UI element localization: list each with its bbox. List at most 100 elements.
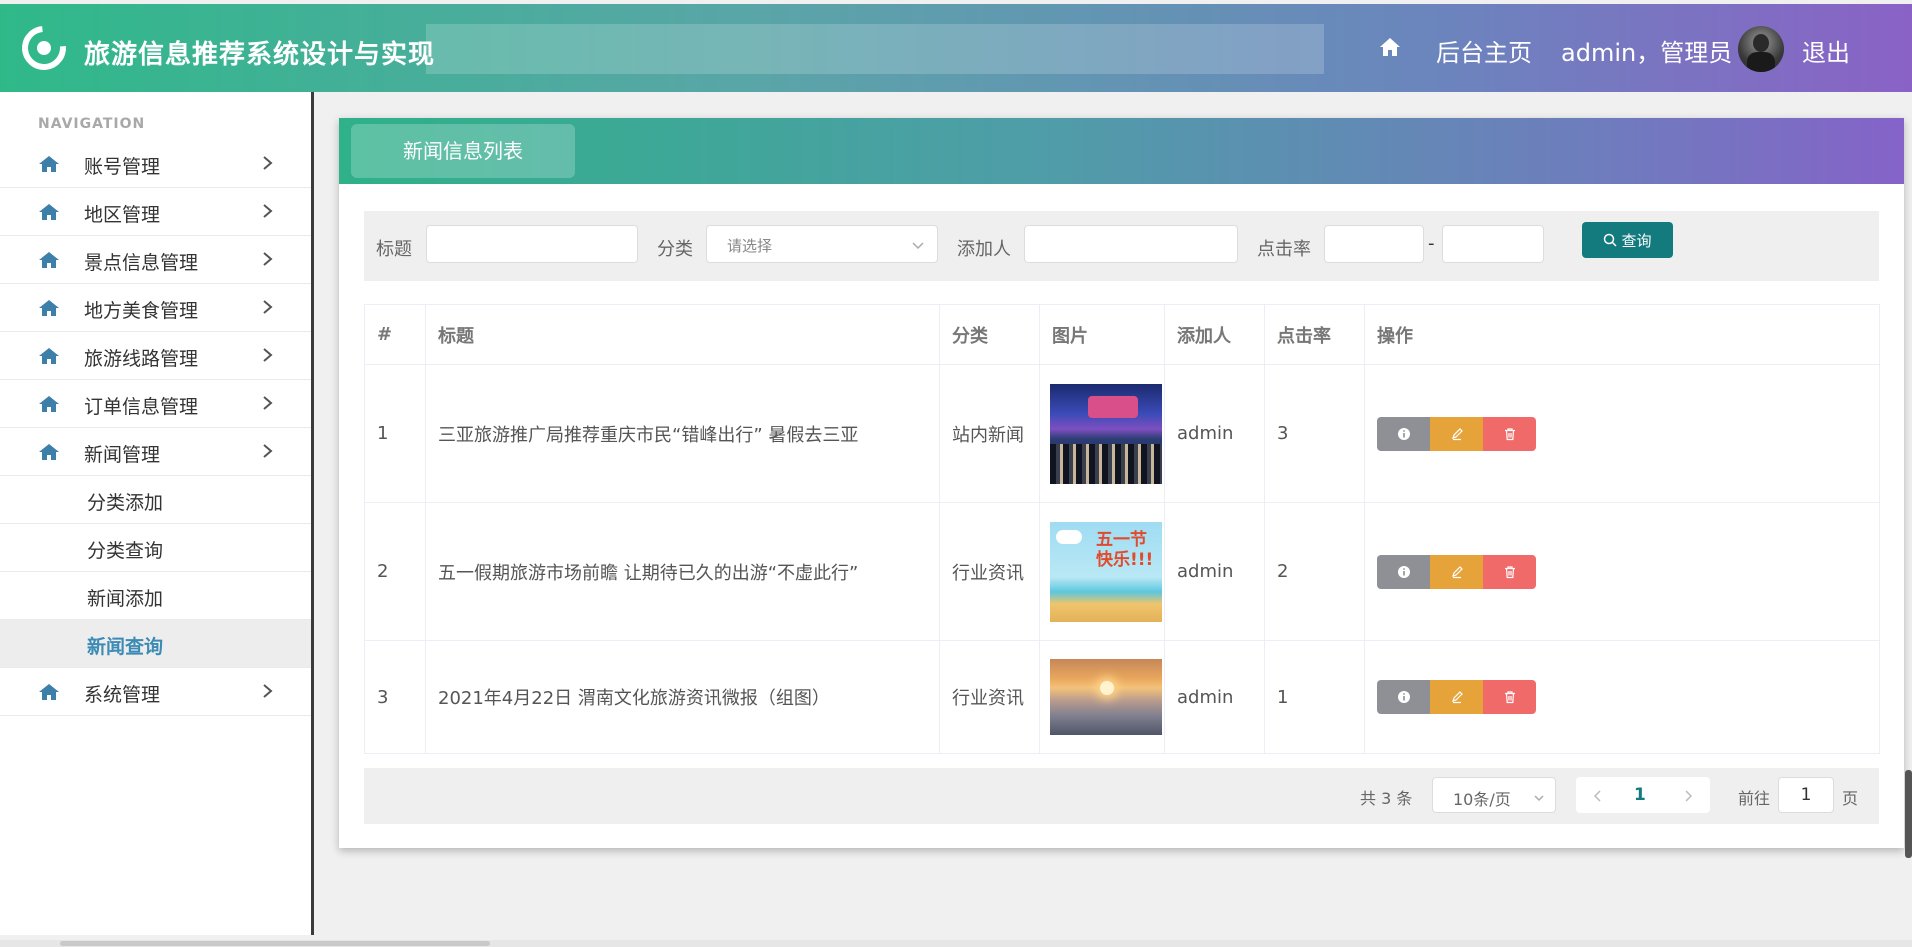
sidebar-subitem-category-add[interactable]: 分类添加 — [0, 476, 311, 524]
sidebar-item-routes[interactable]: 旅游线路管理 — [0, 332, 311, 380]
sidebar-item-attractions[interactable]: 景点信息管理 — [0, 236, 311, 284]
row-adder: admin — [1164, 640, 1265, 754]
column-header-adder: 添加人 — [1164, 304, 1265, 365]
chevron-right-icon — [1685, 790, 1693, 802]
edit-button[interactable] — [1430, 680, 1483, 714]
sidebar-subitem-label: 分类添加 — [87, 492, 164, 514]
category-filter-label: 分类 — [657, 239, 693, 260]
tab-news-list[interactable]: 新闻信息列表 — [351, 124, 575, 178]
avatar[interactable] — [1738, 26, 1784, 72]
horizontal-scrollbar[interactable] — [0, 940, 1912, 947]
current-page[interactable]: 1 — [1634, 785, 1646, 805]
row-index: 3 — [364, 640, 426, 754]
delete-button[interactable] — [1483, 416, 1536, 451]
clicks-max-input[interactable] — [1442, 225, 1544, 263]
view-detail-button[interactable] — [1377, 416, 1430, 451]
sidebar-item-label: 旅游线路管理 — [84, 348, 199, 370]
sidebar-item-orders[interactable]: 订单信息管理 — [0, 380, 311, 428]
news-thumbnail[interactable] — [1050, 383, 1162, 484]
header-search-bar[interactable] — [426, 24, 1324, 74]
title-filter-input[interactable] — [426, 225, 638, 263]
chevron-right-icon — [262, 248, 274, 270]
page-size-select[interactable]: 10条/页 — [1432, 777, 1556, 813]
row-image-cell — [1039, 502, 1165, 641]
row-adder: admin — [1164, 502, 1265, 641]
horizontal-scrollbar-thumb[interactable] — [60, 941, 490, 946]
view-detail-button[interactable] — [1377, 680, 1430, 714]
info-icon — [1397, 565, 1410, 578]
chevron-right-icon — [262, 296, 274, 318]
vertical-scrollbar[interactable] — [1905, 770, 1912, 858]
home-icon — [38, 395, 60, 413]
home-icon — [38, 155, 60, 173]
sidebar-item-system[interactable]: 系统管理 — [0, 668, 311, 716]
view-detail-button[interactable] — [1377, 554, 1430, 589]
column-header-image: 图片 — [1039, 304, 1165, 365]
chevron-right-icon — [262, 440, 274, 462]
row-title: 五一假期旅游市场前瞻 让期待已久的出游“不虚此行” — [425, 502, 940, 641]
row-clicks: 1 — [1264, 640, 1365, 754]
home-icon — [38, 251, 60, 269]
prev-page-button[interactable] — [1592, 788, 1602, 802]
search-button[interactable]: 查询 — [1582, 222, 1673, 258]
row-clicks: 2 — [1264, 502, 1365, 641]
row-clicks: 3 — [1264, 364, 1365, 503]
logo-icon — [13, 17, 75, 79]
adder-filter-input[interactable] — [1024, 225, 1238, 263]
home-icon — [38, 203, 60, 221]
page-size-value: 10条/页 — [1453, 790, 1511, 809]
next-page-button[interactable] — [1684, 788, 1694, 802]
news-list-card: 新闻信息列表 标题 分类 请选择 添加人 点击率 - 查询 # 标题 分类 图片… — [339, 118, 1904, 848]
sidebar-subitem-label: 新闻查询 — [87, 636, 164, 658]
logout-link[interactable]: 退出 — [1802, 33, 1850, 68]
sidebar-item-region[interactable]: 地区管理 — [0, 188, 311, 236]
table-header-row: # 标题 分类 图片 添加人 点击率 操作 — [364, 304, 1880, 365]
sidebar-subitem-category-query[interactable]: 分类查询 — [0, 524, 311, 572]
delete-button[interactable] — [1483, 680, 1536, 714]
sidebar-subitem-news-add[interactable]: 新闻添加 — [0, 572, 311, 620]
backend-home-link[interactable]: 后台主页 — [1436, 33, 1532, 68]
goto-page-input[interactable] — [1778, 777, 1834, 813]
title-filter-label: 标题 — [376, 239, 412, 260]
sidebar-subitem-news-query[interactable]: 新闻查询 — [0, 620, 311, 668]
clicks-min-input[interactable] — [1324, 225, 1424, 263]
sidebar-item-label: 地方美食管理 — [84, 300, 199, 322]
sidebar-item-news[interactable]: 新闻管理 — [0, 428, 311, 476]
chevron-down-icon — [1533, 789, 1545, 802]
sidebar-item-account[interactable]: 账号管理 — [0, 140, 311, 188]
info-icon — [1397, 691, 1410, 703]
category-filter-select[interactable]: 请选择 — [706, 225, 938, 263]
sidebar-item-food[interactable]: 地方美食管理 — [0, 284, 311, 332]
column-header-clicks: 点击率 — [1264, 304, 1365, 365]
table-row: 1 三亚旅游推广局推荐重庆市民“错峰出行” 暑假去三亚 站内新闻 admin 3 — [364, 364, 1880, 503]
home-icon — [38, 443, 60, 461]
chevron-left-icon — [1593, 790, 1601, 802]
sidebar-subitem-label: 新闻添加 — [87, 588, 164, 610]
news-thumbnail[interactable] — [1050, 659, 1162, 735]
row-image-cell — [1039, 364, 1165, 503]
search-button-label: 查询 — [1621, 231, 1652, 250]
search-panel: 标题 分类 请选择 添加人 点击率 - 查询 — [364, 211, 1879, 281]
home-icon — [38, 683, 60, 701]
delete-button[interactable] — [1483, 554, 1536, 589]
row-title: 三亚旅游推广局推荐重庆市民“错峰出行” 暑假去三亚 — [425, 364, 940, 503]
sidebar: NAVIGATION 账号管理 地区管理 景点信息管理 地方美食管理 旅游线路管… — [0, 92, 314, 935]
table-row: 2 五一假期旅游市场前瞻 让期待已久的出游“不虚此行” 行业资讯 admin 2 — [364, 502, 1880, 641]
search-icon — [1604, 233, 1618, 247]
row-index: 1 — [364, 364, 426, 503]
sidebar-item-label: 新闻管理 — [84, 444, 161, 466]
news-thumbnail[interactable] — [1050, 521, 1162, 622]
edit-button[interactable] — [1430, 554, 1483, 589]
row-actions — [1364, 502, 1880, 641]
chevron-down-icon — [911, 238, 925, 250]
home-icon — [38, 347, 60, 365]
edit-button[interactable] — [1430, 416, 1483, 451]
sidebar-item-label: 系统管理 — [84, 684, 161, 706]
pager: 1 — [1576, 777, 1710, 813]
category-select-value: 请选择 — [727, 237, 773, 255]
pagination-bar: 共 3 条 10条/页 1 前往 页 — [364, 768, 1879, 824]
home-icon[interactable] — [1378, 36, 1402, 58]
sidebar-item-label: 账号管理 — [84, 156, 161, 178]
row-image-cell — [1039, 640, 1165, 754]
row-category: 行业资讯 — [939, 502, 1040, 641]
